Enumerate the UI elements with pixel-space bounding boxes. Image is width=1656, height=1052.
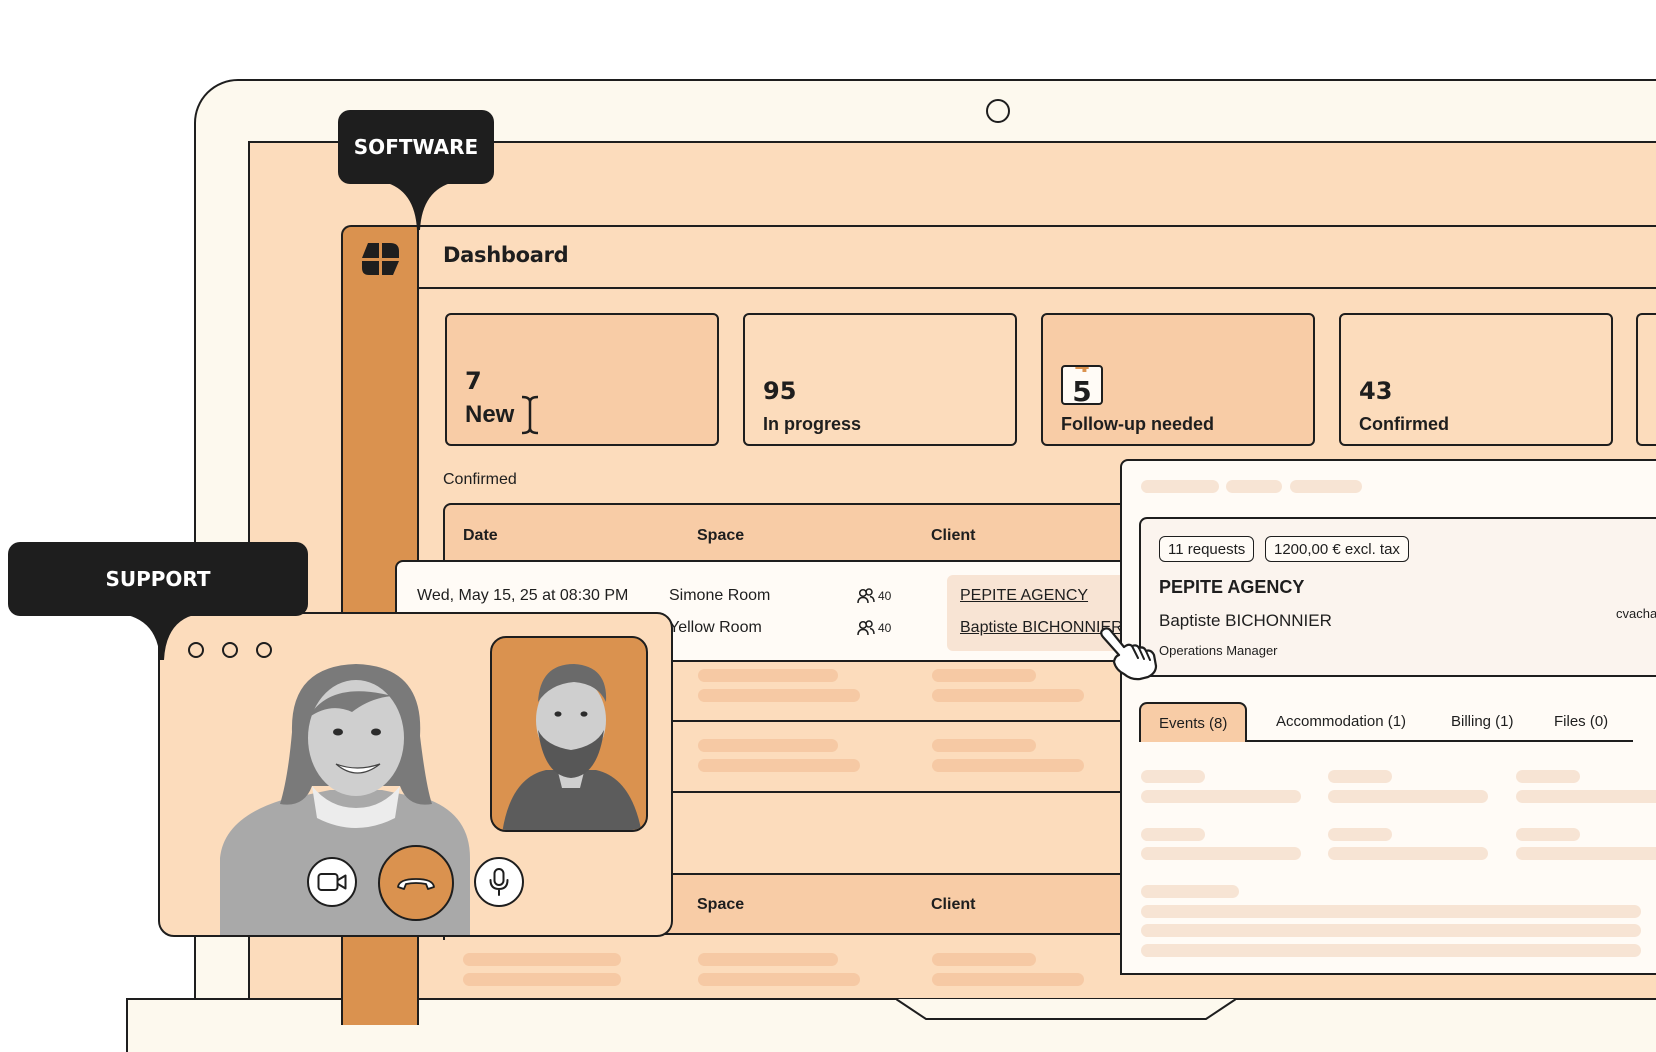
window-dot-icon[interactable]: [222, 642, 238, 658]
tab-billing[interactable]: Billing (1): [1451, 702, 1514, 742]
stat-value: 7: [465, 367, 482, 395]
stat-card-new[interactable]: 7 New: [445, 313, 719, 446]
stat-label: New: [465, 401, 515, 428]
stat-card-follow-up[interactable]: 4 5 Follow-up needed: [1041, 313, 1315, 446]
window-dot-icon[interactable]: [256, 642, 272, 658]
end-call-button[interactable]: [378, 845, 454, 921]
client-company-link[interactable]: PEPITE AGENCY: [960, 587, 1088, 605]
laptop-base-edge: [126, 1032, 1656, 1052]
skeleton-line: [1328, 847, 1488, 860]
video-camera-icon: [317, 873, 347, 891]
app-header: [417, 225, 1656, 289]
skeleton-line: [1328, 790, 1488, 803]
skeleton-line: [1516, 847, 1656, 860]
stat-label: Follow-up needed: [1061, 414, 1214, 434]
skeleton-line: [1141, 924, 1641, 937]
skeleton-line: [932, 739, 1036, 752]
column-header-date[interactable]: Date: [463, 527, 498, 545]
participant-avatar: [502, 664, 642, 830]
stat-value: 43: [1359, 377, 1393, 405]
section-label: Confirmed: [443, 471, 517, 488]
microphone-toggle-button[interactable]: [474, 857, 524, 907]
skeleton-line: [698, 669, 838, 682]
client-email[interactable]: cvacha: [1616, 606, 1656, 621]
callout-pointer: [122, 614, 198, 660]
skeleton-line: [932, 973, 1084, 986]
requests-badge: 11 requests: [1159, 536, 1255, 562]
stat-card-partial[interactable]: [1636, 313, 1656, 446]
column-header-client[interactable]: Client: [931, 527, 975, 545]
brand-logo-icon[interactable]: [360, 242, 400, 276]
laptop-notch: [896, 998, 1236, 1020]
skeleton-line: [1516, 828, 1580, 841]
people-icon: [857, 620, 875, 636]
column-header-space[interactable]: Space: [697, 527, 744, 545]
skeleton-line: [1141, 847, 1301, 860]
text-cursor-icon: [521, 395, 539, 435]
skeleton-line: [1328, 828, 1392, 841]
camera-toggle-button[interactable]: [307, 857, 357, 907]
skeleton-line: [1141, 480, 1219, 493]
skeleton-line: [932, 759, 1084, 772]
skeleton-line: [1290, 480, 1362, 493]
tab-files[interactable]: Files (0): [1554, 702, 1608, 742]
client-company: PEPITE AGENCY: [1159, 577, 1305, 597]
people-icon: [857, 588, 875, 604]
software-callout: SOFTWARE: [338, 110, 494, 184]
amount-badge: 1200,00 € excl. tax: [1265, 536, 1409, 562]
skeleton-line: [698, 739, 838, 752]
skeleton-line: [932, 669, 1036, 682]
skeleton-line: [1141, 905, 1641, 918]
microphone-icon: [489, 868, 509, 896]
skeleton-line: [1141, 944, 1641, 957]
tab-events[interactable]: Events (8): [1139, 702, 1248, 742]
skeleton-line: [698, 973, 860, 986]
skeleton-line: [698, 759, 860, 772]
capacity: 40: [857, 588, 891, 604]
stat-value: 95: [763, 377, 797, 405]
end-call-icon: [397, 878, 435, 890]
skeleton-line: [698, 689, 860, 702]
detail-tabs: Events (8) Accommodation (1) Billing (1)…: [1139, 702, 1633, 742]
stat-value: 5: [1072, 375, 1092, 405]
row-space: Yellow Room: [669, 619, 762, 636]
skeleton-line: [1516, 770, 1580, 783]
column-header-client[interactable]: Client: [931, 896, 975, 914]
client-card: 11 requests 1200,00 € excl. tax PEPITE A…: [1139, 517, 1656, 677]
stat-card-confirmed[interactable]: 43 Confirmed: [1339, 313, 1613, 446]
skeleton-line: [1141, 828, 1205, 841]
stat-label: Confirmed: [1359, 414, 1449, 434]
tab-accommodation[interactable]: Accommodation (1): [1276, 702, 1406, 742]
skeleton-line: [1226, 480, 1282, 493]
stat-label: In progress: [763, 414, 862, 434]
capacity-value: 40: [878, 589, 892, 603]
remote-participant-video: [490, 636, 648, 832]
client-contact: Baptiste BICHONNIER: [1159, 611, 1332, 630]
skeleton-line: [1141, 885, 1239, 898]
skeleton-line: [463, 953, 621, 966]
skeleton-line: [1328, 770, 1392, 783]
skeleton-line: [932, 689, 1084, 702]
skeleton-line: [1141, 770, 1205, 783]
skeleton-line: [1516, 790, 1656, 803]
column-header-space[interactable]: Space: [697, 896, 744, 914]
skeleton-line: [698, 953, 838, 966]
support-callout: SUPPORT: [8, 542, 308, 616]
flip-counter: 4 5: [1061, 365, 1103, 405]
stat-card-in-progress[interactable]: 95 In progress: [743, 313, 1017, 446]
row-date: Wed, May 15, 25 at 08:30 PM: [417, 587, 629, 604]
row-space: Simone Room: [669, 587, 771, 604]
skeleton-line: [463, 973, 621, 986]
skeleton-line: [932, 953, 1036, 966]
capacity: 40: [857, 620, 891, 636]
webcam-icon: [986, 99, 1010, 123]
client-role: Operations Manager: [1159, 643, 1278, 658]
callout-pointer: [384, 182, 454, 230]
page-title: Dashboard: [443, 243, 569, 267]
hand-pointer-icon: [1100, 627, 1158, 681]
capacity-value: 40: [878, 621, 892, 635]
skeleton-line: [1141, 790, 1301, 803]
